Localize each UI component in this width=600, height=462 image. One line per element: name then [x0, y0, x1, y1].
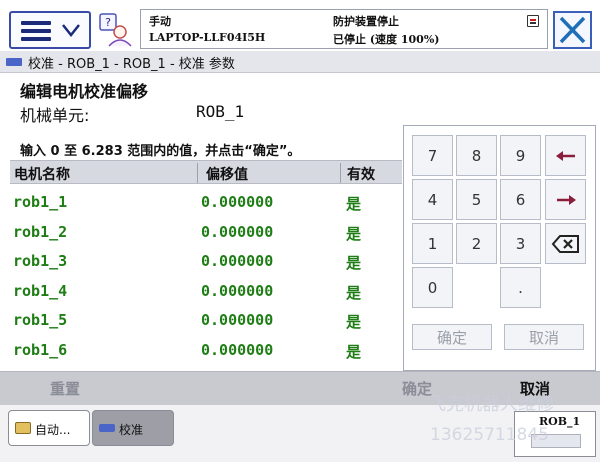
- robot-label: ROB_1: [539, 415, 581, 428]
- valid-cell: 是: [346, 284, 362, 302]
- chevron-down-icon: [62, 24, 80, 37]
- event-log-icon: [527, 15, 539, 27]
- operating-mode: 手动: [149, 15, 171, 28]
- svg-text:?: ?: [105, 16, 111, 29]
- backspace-key[interactable]: [545, 223, 586, 264]
- key-8[interactable]: 8: [456, 135, 497, 176]
- keypad-ok-button[interactable]: 确定: [412, 324, 492, 350]
- key-6[interactable]: 6: [500, 179, 541, 220]
- command-bar: 重置 确定 取消: [0, 371, 600, 405]
- calibration-icon: [6, 58, 22, 66]
- cursor-right-key[interactable]: [545, 179, 586, 220]
- key-3[interactable]: 3: [500, 223, 541, 264]
- valid-cell: 是: [346, 254, 362, 272]
- key-0[interactable]: 0: [412, 267, 453, 308]
- motor-name-cell: rob1_6: [13, 341, 68, 359]
- breadcrumb-text: 校准 - ROB_1 - ROB_1 - 校准 参数: [28, 57, 235, 72]
- robot-status-indicator: [531, 434, 581, 448]
- mechanical-unit-label: 机械单元:: [20, 106, 90, 125]
- run-status: 已停止 (速度 100%): [333, 33, 440, 46]
- arrow-right-icon: [556, 194, 576, 205]
- table-row[interactable]: rob1_2 0.000000 是: [10, 218, 402, 247]
- status-bar[interactable]: 手动 LAPTOP-LLF04I5H 防护装置停止 已停止 (速度 100%): [140, 9, 548, 49]
- key-9[interactable]: 9: [500, 135, 541, 176]
- cursor-left-key[interactable]: [545, 135, 586, 176]
- page-title: 编辑电机校准偏移: [20, 82, 149, 101]
- offset-value-cell: 0.000000: [201, 193, 274, 211]
- task-calibration[interactable]: 校准: [92, 410, 174, 446]
- key-2[interactable]: 2: [456, 223, 497, 264]
- valid-cell: 是: [346, 313, 362, 331]
- offset-value-cell: 0.000000: [201, 341, 274, 359]
- offset-value-cell: 0.000000: [201, 252, 274, 270]
- backspace-icon: [551, 234, 579, 253]
- motor-name-cell: rob1_1: [13, 193, 68, 211]
- column-divider: [340, 163, 341, 183]
- table-row[interactable]: rob1_3 0.000000 是: [10, 247, 402, 276]
- table-row[interactable]: rob1_6 0.000000 是: [10, 336, 402, 365]
- valid-cell: 是: [346, 225, 362, 243]
- valid-cell: 是: [346, 195, 362, 213]
- instruction-text: 输入 0 至 6.283 范围内的值，并点击“确定”。: [20, 144, 301, 159]
- offset-value-cell: 0.000000: [201, 223, 274, 241]
- task-bar: 自动... 校准 ROB_1: [0, 405, 600, 462]
- close-button[interactable]: [553, 11, 592, 49]
- main-menu-button[interactable]: [9, 11, 91, 49]
- key-decimal[interactable]: .: [500, 267, 541, 308]
- key-5[interactable]: 5: [456, 179, 497, 220]
- valid-cell: 是: [346, 343, 362, 361]
- column-divider: [197, 163, 198, 183]
- calibration-icon: [99, 424, 115, 432]
- column-header-offset: 偏移值: [206, 167, 248, 183]
- ok-button[interactable]: 确定: [402, 378, 432, 399]
- cancel-button[interactable]: 取消: [520, 378, 550, 399]
- close-icon: [559, 16, 586, 44]
- task-auto-production[interactable]: 自动...: [8, 410, 90, 446]
- top-bar: ? 手动 LAPTOP-LLF04I5H 防护装置停止 已停止 (速度 100%…: [0, 0, 600, 52]
- controller-name: LAPTOP-LLF04I5H: [149, 31, 266, 44]
- motor-name-cell: rob1_5: [13, 311, 68, 329]
- motor-name-cell: rob1_4: [13, 282, 68, 300]
- breadcrumb: 校准 - ROB_1 - ROB_1 - 校准 参数: [0, 51, 600, 73]
- offset-value-cell: 0.000000: [201, 311, 274, 329]
- column-header-motor-name: 电机名称: [14, 167, 70, 183]
- table-row[interactable]: rob1_4 0.000000 是: [10, 277, 402, 306]
- table-row[interactable]: rob1_5 0.000000 是: [10, 306, 402, 335]
- reset-button[interactable]: 重置: [50, 378, 80, 399]
- key-7[interactable]: 7: [412, 135, 453, 176]
- production-window-icon: [15, 422, 31, 434]
- arrow-left-icon: [555, 150, 575, 161]
- operator-user-icon[interactable]: ?: [98, 12, 132, 48]
- key-4[interactable]: 4: [412, 179, 453, 220]
- key-1[interactable]: 1: [412, 223, 453, 264]
- offset-value-cell: 0.000000: [201, 282, 274, 300]
- quickset-robot-button[interactable]: ROB_1: [514, 411, 596, 457]
- mechanical-unit-value: ROB_1: [196, 102, 245, 121]
- safeguard-status: 防护装置停止: [333, 15, 399, 28]
- numeric-keypad: 7 8 9 4 5 6 1 2 3 0 . 确定 取消: [403, 125, 596, 371]
- table-row[interactable]: rob1_1 0.000000 是: [10, 188, 402, 217]
- motor-name-cell: rob1_2: [13, 223, 68, 241]
- motor-name-cell: rob1_3: [13, 252, 68, 270]
- table-header: 电机名称 偏移值 有效: [10, 160, 402, 184]
- hamburger-icon: [21, 21, 51, 41]
- keypad-cancel-button[interactable]: 取消: [504, 324, 584, 350]
- column-header-valid: 有效: [347, 167, 375, 183]
